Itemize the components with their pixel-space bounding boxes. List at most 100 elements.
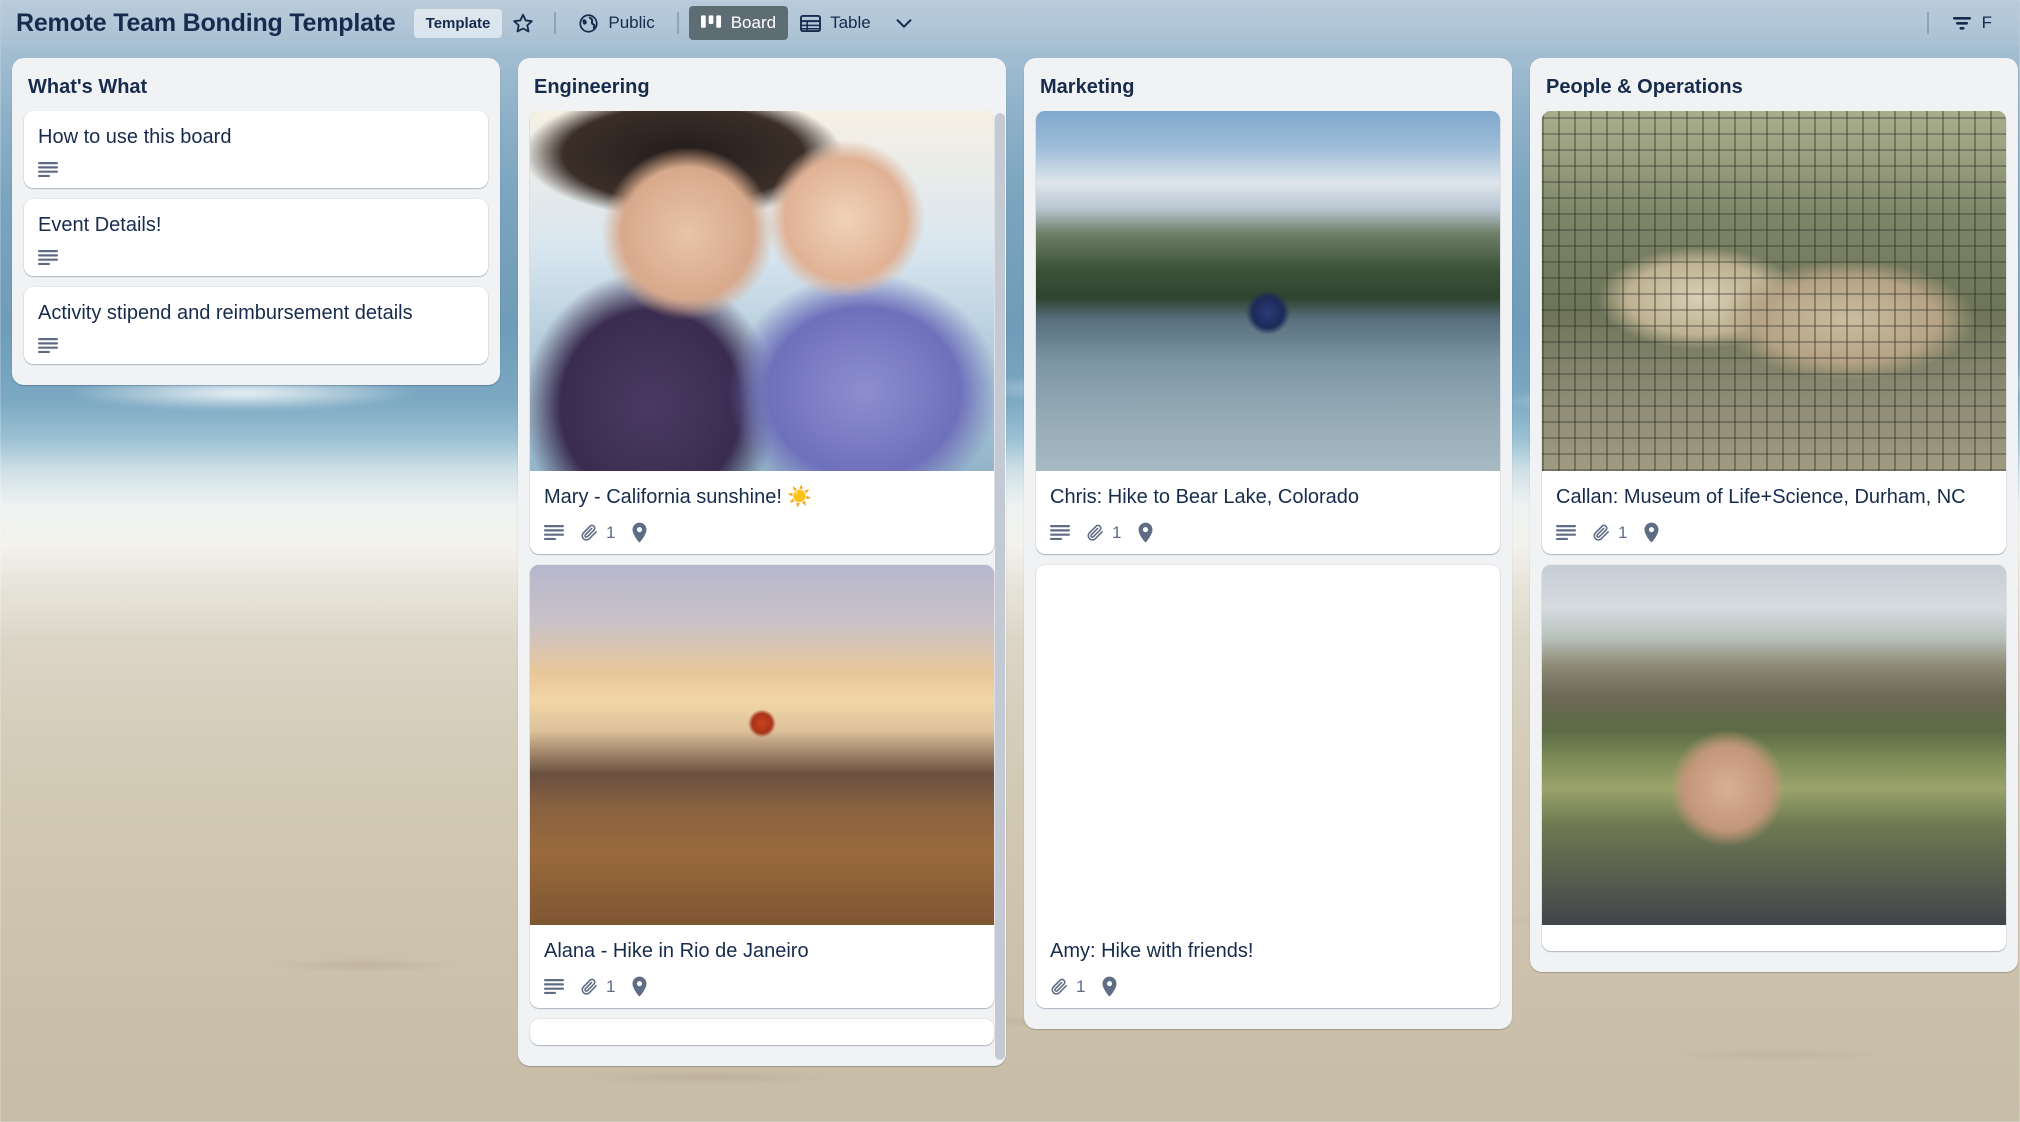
- card-body: [530, 1019, 994, 1045]
- card-cover-image: [1036, 565, 1500, 925]
- card-callan-museum-life-science[interactable]: Callan: Museum of Life+Science, Durham, …: [1542, 111, 2006, 554]
- description-icon: [544, 525, 564, 541]
- location-pin-icon: [1137, 522, 1154, 543]
- filter-button[interactable]: F: [1939, 6, 2004, 40]
- list-title: Marketing: [1040, 76, 1135, 98]
- views-dropdown-button[interactable]: [883, 5, 925, 41]
- board-title: Remote Team Bonding Template: [16, 8, 396, 37]
- star-button[interactable]: [502, 5, 544, 41]
- attachment-badge: 1: [1592, 523, 1627, 543]
- filter-icon: [1951, 13, 1973, 33]
- view-tab-board[interactable]: Board: [688, 6, 789, 40]
- board-header: Remote Team Bonding Template Template Pu…: [0, 0, 2020, 46]
- description-icon: [1556, 525, 1576, 541]
- card-title: Callan: Museum of Life+Science, Durham, …: [1556, 486, 1966, 508]
- card-cover-image: [530, 111, 994, 471]
- list-cards: How to use this board Event Details! Act…: [12, 111, 500, 385]
- card-body: Mary - California sunshine! ☀️ 1: [530, 471, 994, 554]
- list-title: Engineering: [534, 76, 650, 98]
- card-title: Activity stipend and reimbursement detai…: [38, 302, 413, 324]
- location-pin-icon: [1643, 522, 1660, 543]
- card-cover-image: [1542, 111, 2006, 471]
- description-badge: [544, 525, 564, 541]
- list-cards: Callan: Museum of Life+Science, Durham, …: [1530, 111, 2018, 972]
- description-icon: [38, 162, 58, 178]
- list-marketing: Marketing Chris: Hike to Bear Lake, Colo…: [1024, 58, 1512, 1029]
- card-badges: 1: [1050, 976, 1486, 997]
- list-people-and-operations: People & Operations Callan: Museum of Li…: [1530, 58, 2018, 972]
- description-icon: [38, 338, 58, 354]
- paperclip-icon: [1592, 523, 1611, 542]
- card-amy-hike-with-friends[interactable]: Amy: Hike with friends! 1: [1036, 565, 1500, 1008]
- location-badge: [1101, 976, 1118, 997]
- card-title: Chris: Hike to Bear Lake, Colorado: [1050, 486, 1360, 508]
- list-cards: Chris: Hike to Bear Lake, Colorado 1 Amy…: [1024, 111, 1512, 1029]
- card-body: How to use this board: [24, 111, 488, 188]
- attachment-badge: 1: [580, 523, 615, 543]
- header-divider-3: [1926, 12, 1929, 34]
- card-cover-image: [1036, 111, 1500, 471]
- description-badge: [544, 979, 564, 995]
- visibility-button[interactable]: Public: [566, 6, 666, 41]
- description-icon: [1050, 525, 1070, 541]
- list-whats-what: What's What How to use this board Event …: [12, 58, 500, 385]
- card-event-details[interactable]: Event Details!: [24, 199, 488, 276]
- card-title: Mary - California sunshine! ☀️: [544, 486, 813, 508]
- card-badges: [38, 338, 474, 354]
- card-chris-bear-lake[interactable]: Chris: Hike to Bear Lake, Colorado 1: [1036, 111, 1500, 554]
- card-badges: 1: [544, 522, 980, 543]
- description-icon: [38, 250, 58, 266]
- card-title: Event Details!: [38, 214, 162, 236]
- view-tab-board-label: Board: [730, 13, 777, 32]
- table-icon: [800, 14, 822, 33]
- card-badges: [38, 250, 474, 266]
- location-badge: [1643, 522, 1660, 543]
- card-title: Amy: Hike with friends!: [1050, 940, 1254, 962]
- card-castle-photo[interactable]: [1542, 565, 2006, 951]
- filter-label: F: [1981, 13, 1992, 32]
- location-pin-icon: [1101, 976, 1118, 997]
- view-tab-table-label: Table: [830, 13, 871, 32]
- header-divider-1: [554, 12, 557, 34]
- description-badge: [38, 338, 58, 354]
- card-activity-stipend[interactable]: Activity stipend and reimbursement detai…: [24, 287, 488, 364]
- board-lists-area: What's What How to use this board Event …: [0, 46, 2020, 1122]
- card-how-to-use-this-board[interactable]: How to use this board: [24, 111, 488, 188]
- paperclip-icon: [580, 523, 599, 542]
- star-icon: [512, 12, 534, 34]
- location-badge: [631, 976, 648, 997]
- list-engineering: Engineering Mary - California sunshine! …: [518, 58, 1006, 1066]
- description-badge: [1556, 525, 1576, 541]
- description-badge: [38, 162, 58, 178]
- card-badges: 1: [544, 976, 980, 997]
- list-title: What's What: [28, 76, 148, 98]
- description-icon: [544, 979, 564, 995]
- attachment-count: 1: [606, 976, 616, 996]
- card-body: Alana - Hike in Rio de Janeiro 1: [530, 925, 994, 1008]
- attachment-count: 1: [1076, 976, 1086, 996]
- view-tab-table[interactable]: Table: [788, 6, 883, 40]
- attachment-count: 1: [1618, 522, 1628, 542]
- card-alana-hike-rio[interactable]: Alana - Hike in Rio de Janeiro 1: [530, 565, 994, 1008]
- template-badge[interactable]: Template: [413, 8, 503, 38]
- location-pin-icon: [631, 522, 648, 543]
- board-icon: [700, 14, 722, 32]
- visibility-label: Public: [608, 13, 655, 32]
- description-badge: [38, 250, 58, 266]
- card-partially-visible[interactable]: [530, 1019, 994, 1045]
- list-title: People & Operations: [1546, 76, 1743, 98]
- card-mary-california-sunshine[interactable]: Mary - California sunshine! ☀️ 1: [530, 111, 994, 554]
- card-body: [1542, 925, 2006, 951]
- card-body: Event Details!: [24, 199, 488, 276]
- location-badge: [1137, 522, 1154, 543]
- list-cards[interactable]: Mary - California sunshine! ☀️ 1 Alana -…: [518, 111, 1006, 1066]
- attachment-count: 1: [1112, 522, 1122, 542]
- card-title: How to use this board: [38, 126, 232, 148]
- attachment-badge: 1: [1086, 523, 1121, 543]
- paperclip-icon: [580, 977, 599, 996]
- card-cover-image: [1542, 565, 2006, 925]
- description-badge: [1050, 525, 1070, 541]
- attachment-badge: 1: [1050, 977, 1085, 997]
- card-body: Chris: Hike to Bear Lake, Colorado 1: [1036, 471, 1500, 554]
- card-badges: 1: [1556, 522, 1992, 543]
